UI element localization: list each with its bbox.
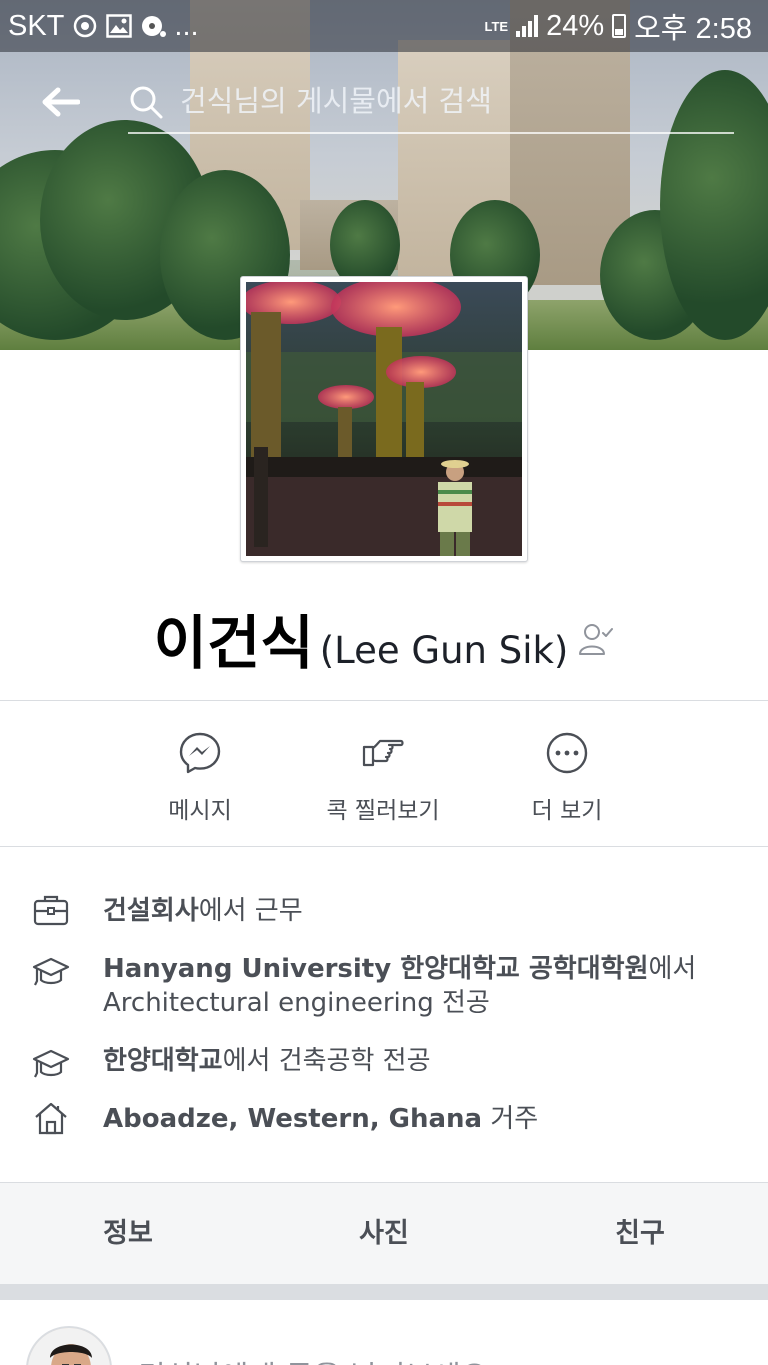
status-bar: SKT ... LTE 24% 오후 2:58: [0, 0, 768, 52]
profile-photo: [246, 282, 522, 556]
search-icon[interactable]: [128, 84, 164, 120]
messenger-icon: [179, 732, 221, 774]
battery-percent: 24%: [546, 9, 605, 42]
sync-icon: [74, 14, 97, 38]
graduation-cap-icon: [32, 1049, 70, 1078]
more-icon: [546, 732, 588, 774]
profile-name-row: 이건식 (Lee Gun Sik): [0, 596, 768, 677]
intro-college-text: 한양대학교에서 건축공학 전공: [103, 1046, 431, 1076]
carrier-label: SKT: [8, 9, 65, 42]
search-underline: [128, 132, 734, 134]
divider: [0, 846, 768, 847]
back-arrow-icon[interactable]: [40, 86, 80, 118]
grad-school-major: Architectural engineering 전공: [103, 988, 490, 1018]
intro-work-text: 건설회사에서 근무: [103, 896, 303, 926]
post-composer[interactable]: 건식님에게 글을 남겨보세요: [0, 1300, 768, 1365]
intro-grad-school-text: Hanyang University 한양대학교 공학대학원에서 Archite…: [103, 954, 697, 1018]
profile-actions: 메시지 콕 찔러보기 더 보기: [0, 701, 768, 846]
graduation-cap-icon: [32, 957, 70, 986]
more-button[interactable]: 더 보기: [467, 731, 667, 825]
poke-icon: [362, 739, 404, 767]
profile-alt-name: (Lee Gun Sik): [319, 629, 569, 672]
employer-link[interactable]: 건설회사: [103, 896, 199, 926]
search-bar: [0, 52, 768, 152]
home-icon: [35, 1102, 67, 1135]
intro-lives-text: Aboadze, Western, Ghana 거주: [103, 1104, 539, 1134]
profile-name: 이건식: [153, 609, 314, 677]
tab-photos[interactable]: 사진: [284, 1183, 484, 1285]
more-notifications: ...: [174, 9, 199, 42]
tab-about[interactable]: 정보: [28, 1183, 228, 1285]
section-separator: [0, 1284, 768, 1300]
message-button[interactable]: 메시지: [100, 731, 300, 825]
gallery-icon: [106, 14, 133, 38]
network-type: LTE: [484, 18, 509, 34]
friend-status-icon[interactable]: [578, 621, 614, 657]
battery-charging-icon: [612, 14, 627, 38]
search-input[interactable]: [180, 78, 740, 124]
composer-prompt[interactable]: 건식님에게 글을 남겨보세요: [138, 1352, 488, 1365]
avatar: [26, 1326, 112, 1365]
briefcase-icon: [33, 895, 69, 926]
message-label: 메시지: [168, 798, 232, 824]
poke-button[interactable]: 콕 찔러보기: [283, 731, 483, 825]
avatar-photo: [28, 1328, 110, 1365]
clock: 오후 2:58: [634, 13, 752, 45]
grad-school-link[interactable]: Hanyang University 한양대학교 공학대학원: [103, 954, 649, 984]
profile-tabs: 정보 사진 친구: [0, 1182, 768, 1284]
location-link[interactable]: Aboadze, Western, Ghana: [103, 1104, 482, 1134]
profile-picture[interactable]: [240, 276, 528, 562]
tab-friends[interactable]: 친구: [540, 1183, 740, 1285]
college-link[interactable]: 한양대학교: [103, 1046, 223, 1076]
signal-icon: [516, 15, 539, 37]
more-label: 더 보기: [531, 798, 603, 824]
poke-label: 콕 찔러보기: [326, 798, 440, 824]
media-icon: [142, 16, 167, 37]
